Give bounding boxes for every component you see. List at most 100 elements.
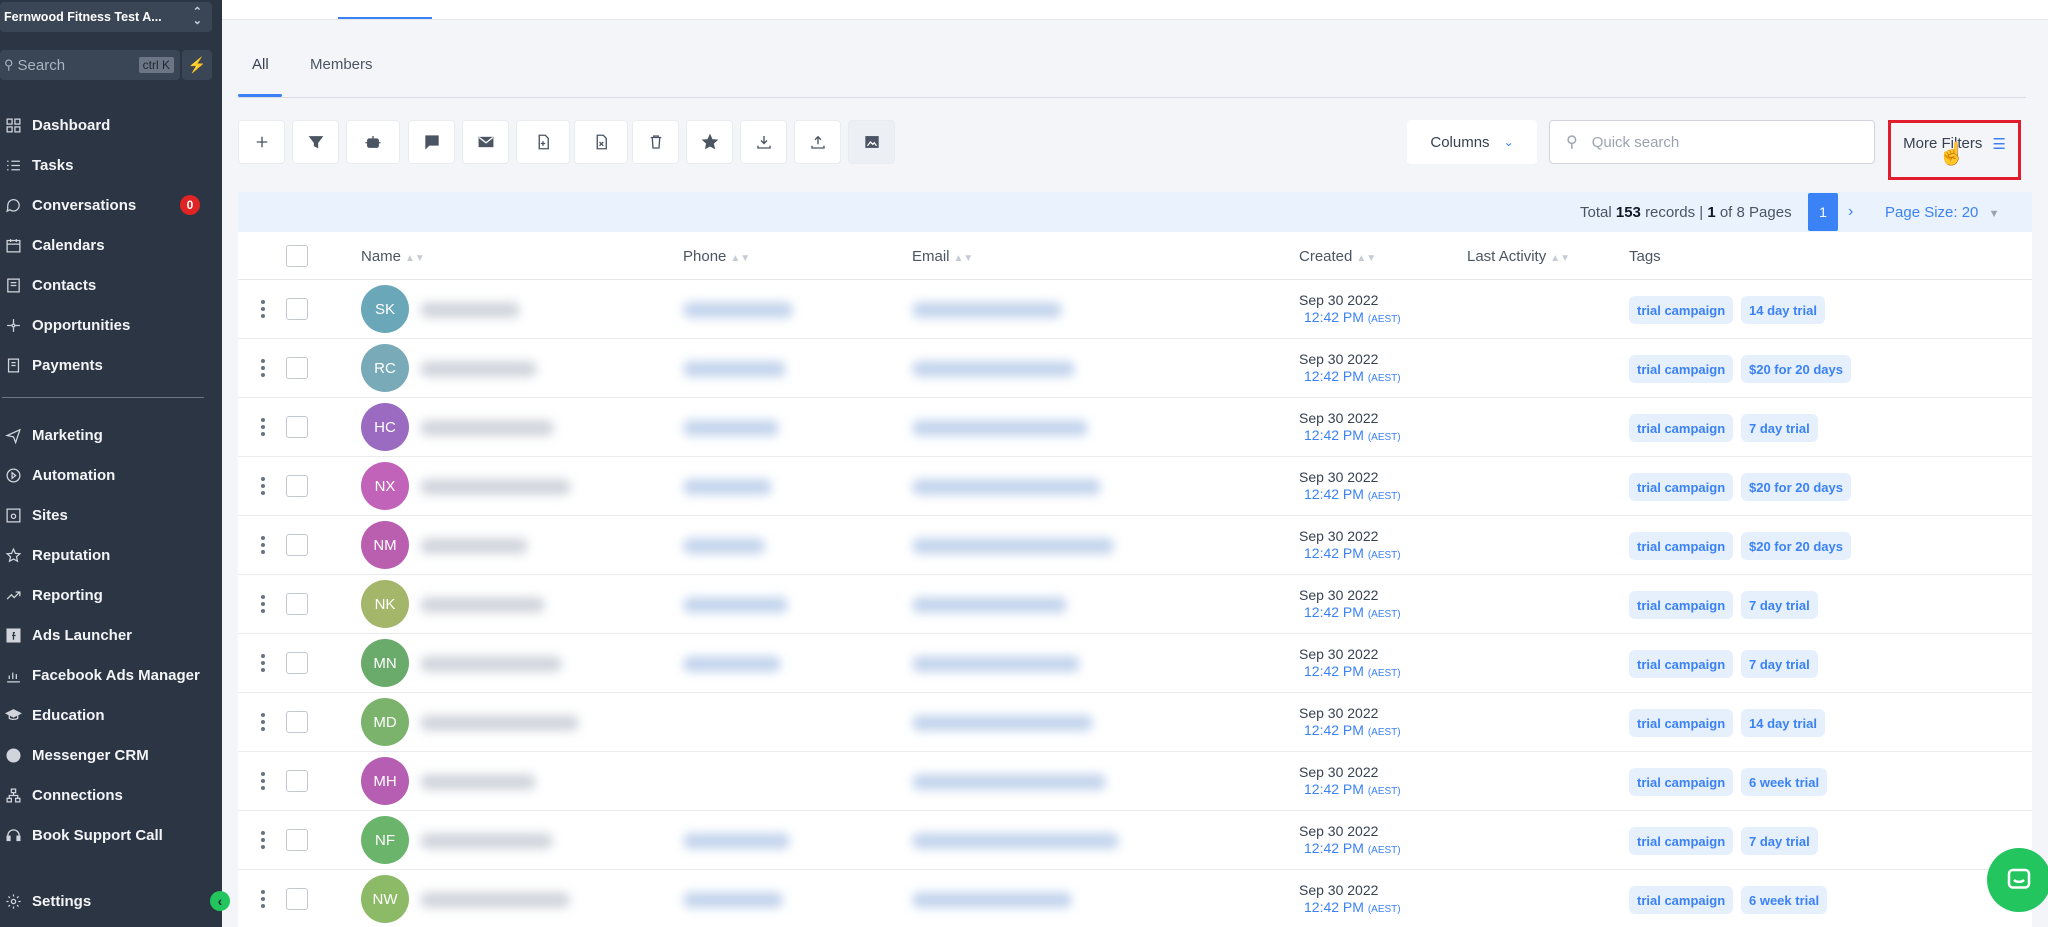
tag-chip[interactable]: 7 day trial [1741,591,1818,619]
table-row[interactable]: NM Sep 30 2022 12:42 PM (AEST) trial campai… [238,516,2032,575]
avatar[interactable]: SK [361,285,409,333]
table-row[interactable]: NX Sep 30 2022 12:42 PM (AEST) trial campai… [238,457,2032,516]
tag-chip[interactable]: trial campaign [1629,768,1734,796]
add-contact-button[interactable] [238,120,285,164]
row-menu-icon[interactable] [261,359,265,377]
redacted-email[interactable] [912,538,1114,554]
redacted-name[interactable] [420,656,562,672]
row-menu-icon[interactable] [261,890,265,908]
redacted-name[interactable] [420,302,520,318]
table-row[interactable]: MN Sep 30 2022 12:42 PM (AEST) trial campai… [238,634,2032,693]
col-phone[interactable]: Phone ▲▼ [683,248,750,265]
sidebar-item-book-support-call[interactable]: Book Support Call [0,819,222,851]
row-menu-icon[interactable] [261,772,265,790]
lightning-icon[interactable]: ⚡ [182,50,212,80]
collapse-sidebar-button[interactable]: ‹ [210,891,230,911]
redacted-email[interactable] [912,479,1101,495]
next-page-button[interactable]: › [1848,203,1853,221]
sidebar-item-settings[interactable]: Settings [0,885,222,917]
tag-chip[interactable]: trial campaign [1629,827,1734,855]
tag-chip[interactable]: 14 day trial [1741,296,1825,324]
table-row[interactable]: MD Sep 30 2022 12:42 PM (AEST) trial campai… [238,693,2032,752]
row-menu-icon[interactable] [261,654,265,672]
table-row[interactable]: MH Sep 30 2022 12:42 PM (AEST) trial campai… [238,752,2032,811]
redacted-phone[interactable] [683,479,772,495]
tag-chip[interactable]: trial campaign [1629,532,1734,560]
row-menu-icon[interactable] [261,713,265,731]
row-checkbox[interactable] [286,770,308,792]
redacted-name[interactable] [420,479,571,495]
sidebar-item-messenger-crm[interactable]: Messenger CRM [0,739,222,771]
export-button[interactable] [794,120,841,164]
tag-chip[interactable]: $20 for 20 days [1741,473,1851,501]
import-button[interactable] [740,120,787,164]
add-tag-button[interactable] [516,120,570,164]
quick-search[interactable]: ⚲ [1549,120,1875,164]
sidebar-item-reporting[interactable]: Reporting [0,579,222,611]
automation-button[interactable] [346,120,400,164]
redacted-email[interactable] [912,420,1088,436]
tag-chip[interactable]: trial campaign [1629,414,1734,442]
sidebar-search[interactable]: ⚲ Search ctrl K [0,50,180,80]
page-1-button[interactable]: 1 [1808,193,1838,231]
redacted-phone[interactable] [683,597,788,613]
table-row[interactable]: NW Sep 30 2022 12:42 PM (AEST) trial campai… [238,870,2032,927]
sidebar-item-contacts[interactable]: Contacts [0,269,222,301]
columns-dropdown[interactable]: Columns ⌄ [1407,120,1537,164]
sidebar-item-calendars[interactable]: Calendars [0,229,222,261]
send-email-button[interactable] [462,120,509,164]
avatar[interactable]: NW [361,875,409,923]
redacted-email[interactable] [912,833,1119,849]
sidebar-item-facebook-ads-manager[interactable]: Facebook Ads Manager [0,659,222,691]
row-checkbox[interactable] [286,593,308,615]
table-row[interactable]: NK Sep 30 2022 12:42 PM (AEST) trial campai… [238,575,2032,634]
redacted-name[interactable] [420,538,528,554]
redacted-phone[interactable] [683,538,765,554]
row-menu-icon[interactable] [261,831,265,849]
row-checkbox[interactable] [286,416,308,438]
table-row[interactable]: NF Sep 30 2022 12:42 PM (AEST) trial campai… [238,811,2032,870]
redacted-name[interactable] [420,597,545,613]
sidebar-item-conversations[interactable]: Conversations 0 [0,189,222,221]
tag-chip[interactable]: trial campaign [1629,886,1734,914]
tag-chip[interactable]: 7 day trial [1741,414,1818,442]
redacted-email[interactable] [912,302,1062,318]
tag-chip[interactable]: 14 day trial [1741,709,1825,737]
sidebar-item-ads-launcher[interactable]: Ads Launcher [0,619,222,651]
sidebar-item-payments[interactable]: Payments [0,349,222,381]
tag-chip[interactable]: 6 week trial [1741,768,1828,796]
redacted-phone[interactable] [683,420,779,436]
sidebar-item-tasks[interactable]: Tasks [0,149,222,181]
row-checkbox[interactable] [286,534,308,556]
account-switcher[interactable]: Fernwood Fitness Test A... ⌃ ⌄ [0,2,212,32]
avatar[interactable]: NF [361,816,409,864]
send-sms-button[interactable] [408,120,455,164]
row-checkbox[interactable] [286,888,308,910]
row-menu-icon[interactable] [261,418,265,436]
redacted-phone[interactable] [683,302,793,318]
redacted-phone[interactable] [683,892,783,908]
sidebar-item-dashboard[interactable]: Dashboard [0,109,222,141]
sidebar-item-opportunities[interactable]: Opportunities [0,309,222,341]
row-checkbox[interactable] [286,298,308,320]
redacted-phone[interactable] [683,361,786,377]
table-row[interactable]: RC Sep 30 2022 12:42 PM (AEST) trial campai… [238,339,2032,398]
tag-chip[interactable]: trial campaign [1629,355,1734,383]
tag-chip[interactable]: trial campaign [1629,591,1734,619]
avatar[interactable]: RC [361,344,409,392]
row-checkbox[interactable] [286,357,308,379]
row-checkbox[interactable] [286,652,308,674]
delete-button[interactable] [632,120,679,164]
redacted-email[interactable] [912,892,1072,908]
sidebar-item-sites[interactable]: Sites [0,499,222,531]
avatar[interactable]: HC [361,403,409,451]
col-last-activity[interactable]: Last Activity ▲▼ [1467,248,1570,265]
redacted-name[interactable] [420,774,536,790]
row-checkbox[interactable] [286,711,308,733]
tab-members[interactable]: Members [310,56,373,73]
sidebar-item-reputation[interactable]: Reputation [0,539,222,571]
redacted-email[interactable] [912,715,1093,731]
avatar[interactable]: MN [361,639,409,687]
redacted-name[interactable] [420,715,579,731]
row-menu-icon[interactable] [261,300,265,318]
